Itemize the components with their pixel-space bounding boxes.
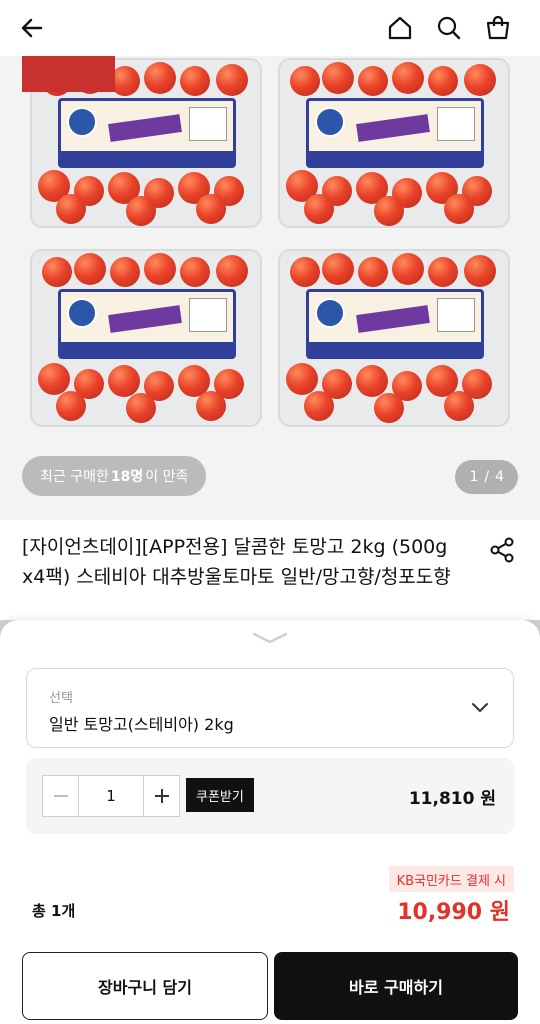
pager-separator: / — [484, 469, 490, 485]
tomato-pack-image — [30, 249, 262, 427]
arrow-left-icon — [21, 18, 43, 38]
pager-total: 4 — [495, 469, 504, 485]
add-to-cart-button[interactable]: 장바구니 담기 — [22, 952, 268, 1020]
quantity-decrease-button[interactable] — [43, 776, 79, 816]
recent-buyers-prefix: 최근 구매한 — [40, 469, 109, 485]
quantity-increase-button[interactable] — [143, 776, 179, 816]
tomato-pack-image — [278, 58, 510, 228]
total-quantity: 총 1개 — [32, 902, 76, 920]
option-select[interactable]: 선택 일반 토망고(스테비아) 2kg — [26, 668, 514, 748]
chevron-down-icon — [472, 703, 488, 712]
quantity-value[interactable]: 1 — [79, 776, 143, 816]
card-promo-badge: KB국민카드 결제 시 — [388, 866, 514, 892]
total-price: 10,990 원 — [397, 900, 510, 925]
sheet-collapse-handle[interactable] — [250, 630, 290, 646]
shopping-bag-icon — [486, 15, 510, 40]
minus-icon — [53, 795, 68, 797]
selected-option-row: 1 쿠폰받기 11,810 원 — [26, 758, 514, 834]
home-button[interactable] — [382, 10, 418, 46]
recent-buyers-count: 18명 — [110, 469, 144, 485]
buy-now-button[interactable]: 바로 구매하기 — [274, 952, 518, 1020]
option-price: 11,810 원 — [408, 789, 496, 809]
purchase-bottom-sheet: 선택 일반 토망고(스테비아) 2kg 1 쿠폰받기 11,810 원 KB국민… — [0, 620, 540, 1024]
top-nav-bar — [0, 0, 540, 56]
option-select-label: 선택 — [49, 691, 73, 706]
search-button[interactable] — [431, 10, 467, 46]
pager-current: 1 — [469, 469, 479, 485]
share-button[interactable] — [488, 536, 516, 564]
search-icon — [437, 16, 461, 40]
recent-buyers-badge: 최근 구매한 18명 이 만족 — [22, 456, 207, 496]
event-ribbon — [22, 56, 115, 92]
share-icon — [490, 537, 514, 563]
cart-button[interactable] — [480, 10, 516, 46]
recent-buyers-suffix: 이 만족 — [145, 469, 189, 485]
home-icon — [388, 16, 412, 40]
plus-icon — [154, 789, 169, 803]
option-select-value: 일반 토망고(스테비아) 2kg — [49, 715, 234, 734]
image-pager: 1 / 4 — [455, 460, 518, 494]
product-title: [자이언츠데이][APP전용] 달콤한 토망고 2kg (500g x4팩) 스… — [22, 536, 451, 588]
back-button[interactable] — [14, 10, 50, 46]
chevron-down-icon — [252, 632, 288, 644]
quantity-stepper: 1 — [42, 775, 180, 817]
product-image-gallery[interactable]: 최근 구매한 18명 이 만족 1 / 4 — [0, 56, 540, 520]
get-coupon-button[interactable]: 쿠폰받기 — [186, 778, 254, 812]
tomato-pack-image — [278, 249, 510, 427]
